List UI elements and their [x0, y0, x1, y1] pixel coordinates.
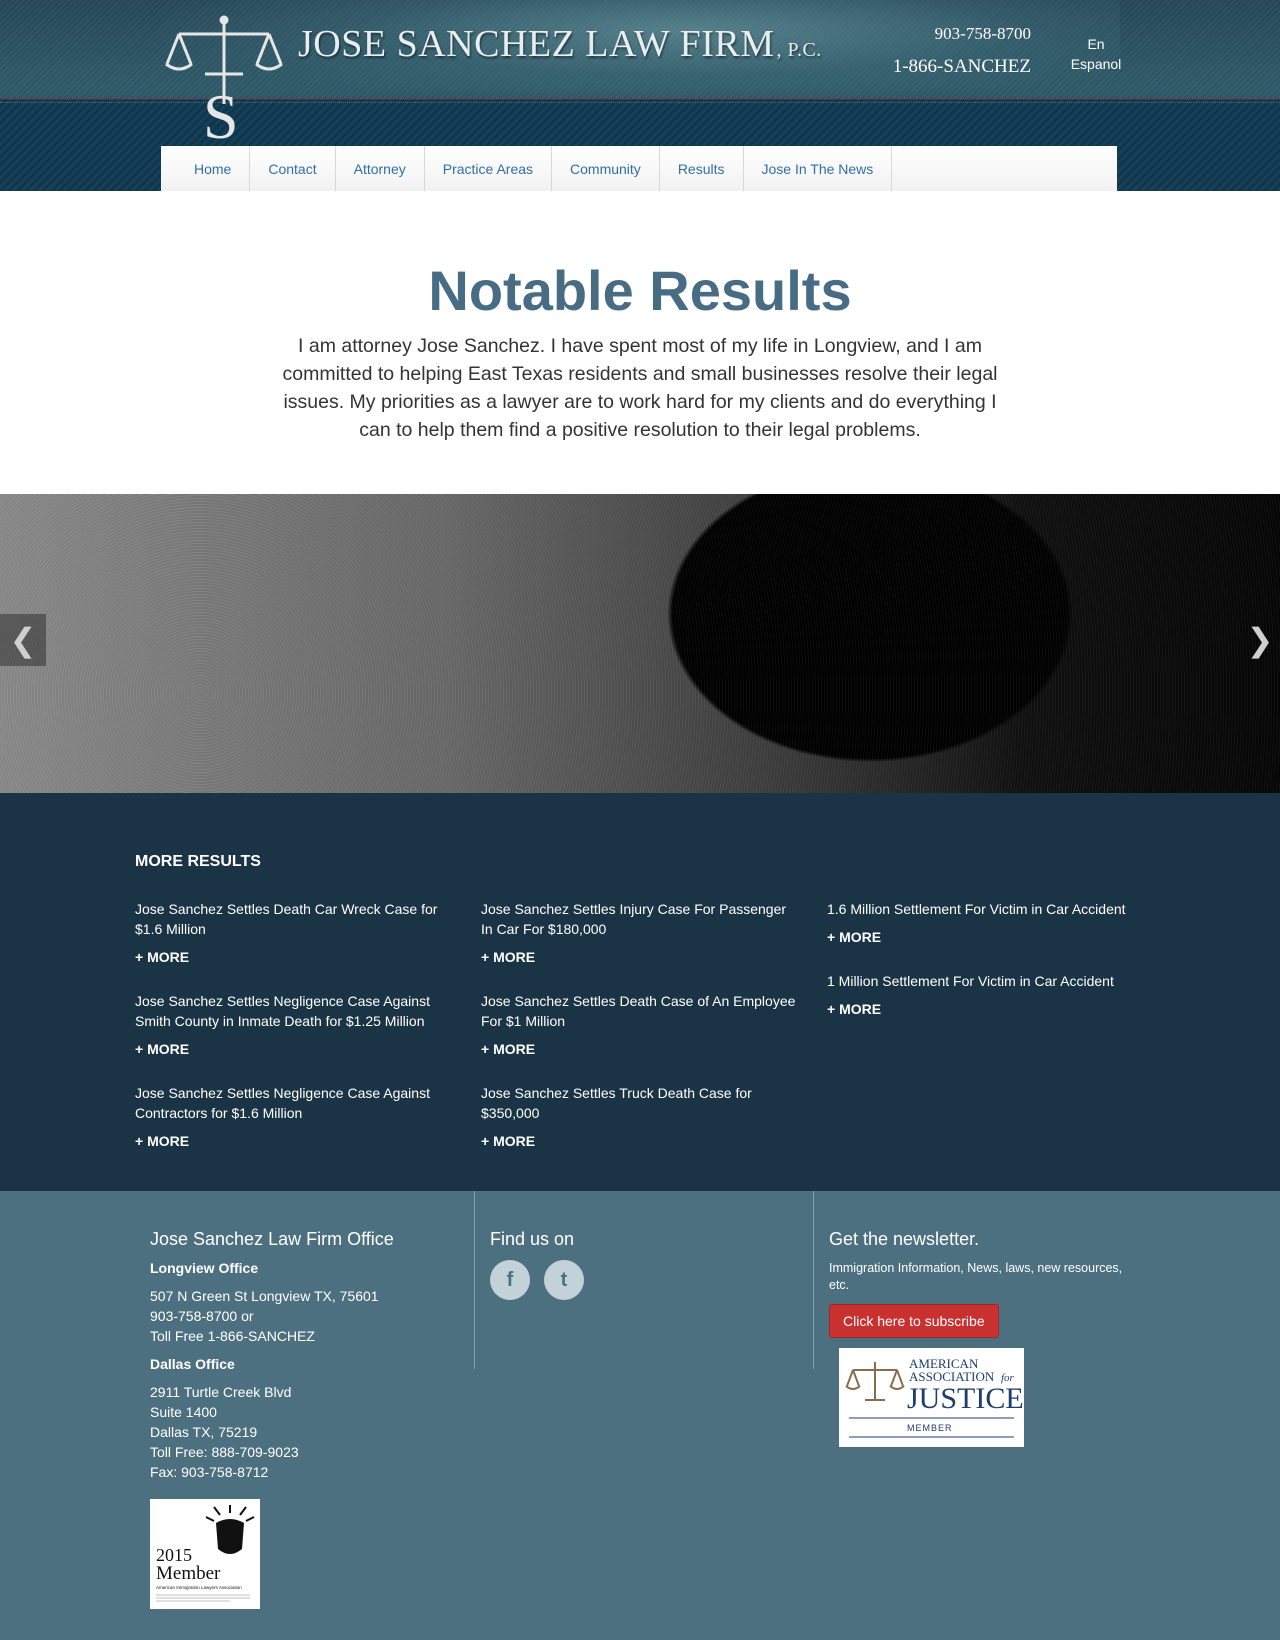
address-line: Dallas TX, 75219: [150, 1424, 258, 1440]
facebook-icon[interactable]: f: [490, 1260, 530, 1300]
language-english-link[interactable]: En: [1066, 36, 1126, 52]
result-more-link[interactable]: + MORE: [827, 929, 881, 945]
intro-paragraph: I am attorney Jose Sanchez. I have spent…: [282, 335, 998, 441]
more-results-section: MORE RESULTS Jose Sanchez Settles Death …: [0, 793, 1280, 1191]
result-item: 1 Million Settlement For Victim in Car A…: [827, 971, 1145, 1019]
slider-image: [0, 494, 1280, 793]
result-item: 1.6 Million Settlement For Victim in Car…: [827, 899, 1145, 947]
firm-name-text: JOSE SANCHEZ LAW FIRM: [298, 23, 775, 65]
scales-logo-icon[interactable]: S: [165, 14, 283, 142]
firm-name[interactable]: JOSE SANCHEZ LAW FIRM, P.C.: [298, 22, 822, 66]
result-title[interactable]: Jose Sanchez Settles Negligence Case Aga…: [135, 1083, 453, 1123]
nav-item-practice-areas[interactable]: Practice Areas: [425, 146, 553, 191]
footer-newsletter-column: Get the newsletter. Immigration Informat…: [829, 1229, 1149, 1338]
firm-suffix-text: P.C.: [787, 39, 822, 61]
nav-item-home[interactable]: Home: [161, 146, 251, 191]
footer-divider: [813, 1191, 814, 1369]
result-title[interactable]: 1 Million Settlement For Victim in Car A…: [827, 971, 1145, 991]
fax-line: Fax: 903-758-8712: [150, 1464, 269, 1480]
footer-social-column: Find us on f t: [490, 1229, 790, 1300]
result-item: Jose Sanchez Settles Negligence Case Aga…: [135, 991, 453, 1059]
badge-year: 2015: [156, 1545, 192, 1565]
result-more-link[interactable]: + MORE: [481, 1041, 535, 1057]
newsletter-heading: Get the newsletter.: [829, 1229, 980, 1249]
newsletter-description: Immigration Information, News, laws, new…: [829, 1261, 1123, 1292]
footer-divider: [474, 1191, 475, 1369]
svg-text:S: S: [203, 81, 239, 142]
slider-prev-arrow-icon[interactable]: ❮: [0, 614, 46, 666]
header-phone-tollfree[interactable]: 1-866-SANCHEZ: [860, 56, 1031, 78]
badge-label: Member: [156, 1563, 221, 1584]
nav-item-attorney[interactable]: Attorney: [336, 146, 425, 191]
result-title[interactable]: Jose Sanchez Settles Injury Case For Pas…: [481, 899, 799, 939]
address-line: Suite 1400: [150, 1404, 217, 1420]
results-column-3: 1.6 Million Settlement For Victim in Car…: [827, 899, 1145, 1043]
nav-item-community[interactable]: Community: [552, 146, 660, 191]
site-header: S JOSE SANCHEZ LAW FIRM, P.C. 903-758-87…: [0, 0, 1280, 191]
slider-next-arrow-icon[interactable]: ❯: [1240, 614, 1280, 666]
nav-item-results[interactable]: Results: [660, 146, 744, 191]
result-title[interactable]: Jose Sanchez Settles Death Case of An Em…: [481, 991, 799, 1031]
hero-slider: ❮ ❯: [0, 494, 1280, 793]
result-more-link[interactable]: + MORE: [135, 1133, 189, 1149]
results-column-1: Jose Sanchez Settles Death Car Wreck Cas…: [135, 899, 453, 1175]
subscribe-button[interactable]: Click here to subscribe: [829, 1304, 999, 1338]
result-item: Jose Sanchez Settles Death Car Wreck Cas…: [135, 899, 453, 967]
result-more-link[interactable]: + MORE: [135, 1041, 189, 1057]
aila-member-badge[interactable]: 2015 Member American Immigration Lawyers…: [150, 1499, 260, 1609]
result-more-link[interactable]: + MORE: [827, 1001, 881, 1017]
result-more-link[interactable]: + MORE: [135, 949, 189, 965]
firm-suffix: , P.C.: [776, 39, 822, 61]
longview-office-title: Longview Office: [150, 1260, 259, 1276]
results-column-2: Jose Sanchez Settles Injury Case For Pas…: [481, 899, 799, 1175]
nav-item-jose-in-the-news[interactable]: Jose In The News: [744, 146, 893, 191]
result-title[interactable]: Jose Sanchez Settles Death Car Wreck Cas…: [135, 899, 453, 939]
result-item: Jose Sanchez Settles Death Case of An Em…: [481, 991, 799, 1059]
tollfree-line[interactable]: Toll Free: 888-709-9023: [150, 1442, 460, 1462]
result-more-link[interactable]: + MORE: [481, 1133, 535, 1149]
more-results-heading: MORE RESULTS: [135, 853, 261, 870]
result-title[interactable]: 1.6 Million Settlement For Victim in Car…: [827, 899, 1145, 919]
page-title: Notable Results: [428, 259, 852, 322]
result-item: Jose Sanchez Settles Injury Case For Pas…: [481, 899, 799, 967]
result-more-link[interactable]: + MORE: [481, 949, 535, 965]
office-heading: Jose Sanchez Law Firm Office: [150, 1229, 394, 1249]
badge-org: American Immigration Lawyers Association: [156, 1585, 242, 1590]
site-footer: Jose Sanchez Law Firm Office Longview Of…: [0, 1191, 1280, 1640]
address-line: 507 N Green St Longview TX, 75601: [150, 1288, 379, 1304]
aaj-member-badge[interactable]: AMERICAN ASSOCIATION for JUSTICE MEMBER: [839, 1348, 1024, 1447]
header-phone-local[interactable]: 903-758-8700: [880, 24, 1031, 44]
tollfree-line[interactable]: Toll Free 1-866-SANCHEZ: [150, 1326, 460, 1346]
language-spanish-link[interactable]: Espanol: [1066, 56, 1126, 72]
social-heading: Find us on: [490, 1229, 575, 1249]
address-line: 2911 Turtle Creek Blvd: [150, 1384, 292, 1400]
nav-item-contact[interactable]: Contact: [250, 146, 336, 191]
twitter-icon[interactable]: t: [544, 1260, 584, 1300]
footer-office-column: Jose Sanchez Law Firm Office Longview Of…: [150, 1229, 460, 1492]
result-title[interactable]: Jose Sanchez Settles Negligence Case Aga…: [135, 991, 453, 1031]
dallas-office-address: 2911 Turtle Creek Blvd Suite 1400 Dallas…: [150, 1382, 460, 1482]
aaj-line3: JUSTICE: [907, 1382, 1024, 1415]
result-title[interactable]: Jose Sanchez Settles Truck Death Case fo…: [481, 1083, 799, 1123]
aaj-line4: MEMBER: [907, 1423, 953, 1433]
longview-office-address: 507 N Green St Longview TX, 75601 903-75…: [150, 1286, 460, 1346]
result-item: Jose Sanchez Settles Truck Death Case fo…: [481, 1083, 799, 1151]
dallas-office-title: Dallas Office: [150, 1356, 235, 1372]
result-item: Jose Sanchez Settles Negligence Case Aga…: [135, 1083, 453, 1151]
social-links: f t: [490, 1260, 790, 1300]
phone-line[interactable]: 903-758-8700 or: [150, 1306, 460, 1326]
main-nav: Home Contact Attorney Practice Areas Com…: [161, 146, 1117, 191]
